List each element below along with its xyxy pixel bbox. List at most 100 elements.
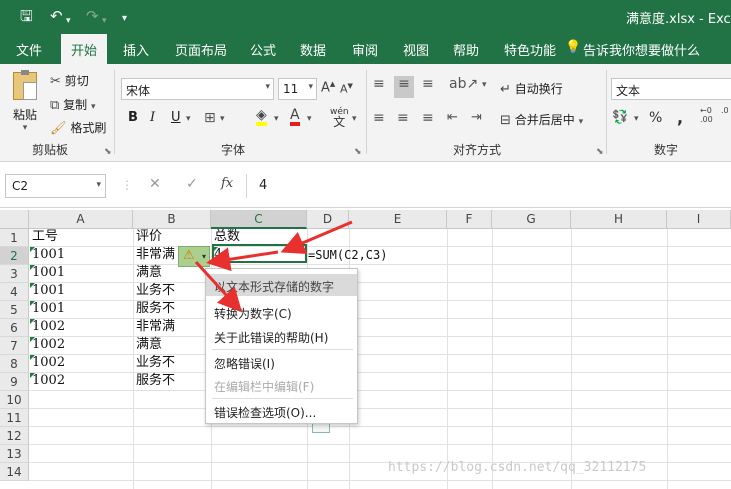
align-middle-icon[interactable]: ≡: [394, 76, 414, 98]
tab-file[interactable]: 文件: [16, 40, 42, 59]
cell-b8[interactable]: 业务不: [136, 354, 175, 372]
column-header-g[interactable]: G: [492, 210, 571, 229]
row-header[interactable]: 8: [0, 355, 29, 373]
underline-dropdown-icon[interactable]: ▾: [186, 114, 191, 124]
column-header-d[interactable]: D: [307, 210, 349, 229]
row-header[interactable]: 7: [0, 337, 29, 355]
fill-color-dropdown-icon[interactable]: ▾: [274, 114, 279, 124]
tab-view[interactable]: 视图: [403, 40, 429, 59]
column-header-e[interactable]: E: [349, 210, 447, 229]
increase-font-icon[interactable]: A▲: [321, 80, 335, 95]
customize-icon[interactable]: ▾: [122, 10, 127, 28]
formula-input[interactable]: 4: [246, 174, 731, 198]
orientation-icon[interactable]: ab↗: [449, 76, 478, 92]
row-header[interactable]: 13: [0, 445, 29, 463]
cell-a9[interactable]: 1002: [32, 372, 65, 390]
clipboard-launcher-icon[interactable]: ⬊: [104, 147, 112, 157]
undo-dropdown-icon[interactable]: ▾: [66, 12, 71, 30]
decrease-indent-icon[interactable]: ⇤: [447, 110, 458, 125]
font-color-dropdown-icon[interactable]: ▾: [307, 114, 312, 124]
paste-button[interactable]: 粘贴 ▾: [10, 70, 40, 133]
cell-a3[interactable]: 1001: [32, 264, 65, 282]
format-painter-button[interactable]: 🖌 格式刷: [50, 119, 106, 136]
cell-a4[interactable]: 1001: [32, 282, 65, 300]
cut-button[interactable]: ✂ 剪切: [50, 72, 89, 89]
column-header-c[interactable]: C: [211, 210, 307, 229]
tab-formulas[interactable]: 公式: [250, 40, 276, 59]
menu-item-error-checking-options[interactable]: 错误检查选项(O)...: [206, 400, 357, 422]
row-header[interactable]: 12: [0, 427, 29, 445]
increase-decimal-icon[interactable]: ←0.00: [700, 106, 713, 124]
cell-a2[interactable]: 1001: [32, 246, 65, 264]
font-color-icon[interactable]: A: [290, 108, 300, 126]
name-box[interactable]: C2 ▾: [5, 174, 106, 198]
worksheet-grid[interactable]: A B C D E F G H I 1 2 3 4 5 6 7 8 9 10 1…: [0, 208, 731, 489]
align-center-icon[interactable]: ≡: [397, 110, 409, 126]
percent-button[interactable]: %: [649, 110, 662, 126]
borders-icon[interactable]: ⊞: [204, 110, 216, 126]
cell-b1[interactable]: 评价: [136, 228, 162, 246]
cell-b2[interactable]: 非常满: [136, 246, 175, 264]
phonetic-button[interactable]: wén 文: [330, 107, 349, 129]
decrease-font-icon[interactable]: A▼: [340, 82, 353, 96]
row-header[interactable]: 2: [0, 247, 29, 265]
accounting-format-icon[interactable]: 💱: [612, 110, 628, 125]
font-size-select[interactable]: 11 ▾: [278, 78, 317, 100]
borders-dropdown-icon[interactable]: ▾: [220, 114, 225, 124]
merge-center-button[interactable]: ⊟ 合并后居中 ▾: [500, 111, 583, 128]
font-name-select[interactable]: 宋体 ▾: [121, 78, 274, 100]
save-icon[interactable]: 🖫: [20, 7, 33, 25]
row-header[interactable]: 10: [0, 391, 29, 409]
align-top-icon[interactable]: ≡: [373, 76, 385, 92]
align-left-icon[interactable]: ≡: [373, 110, 385, 126]
cell-b6[interactable]: 非常满: [136, 318, 175, 336]
column-header-i[interactable]: I: [667, 210, 731, 229]
row-header[interactable]: 1: [0, 229, 29, 247]
menu-item-help-on-error[interactable]: 关于此错误的帮助(H): [206, 325, 357, 347]
row-header[interactable]: 3: [0, 265, 29, 283]
paste-dropdown-icon[interactable]: ▾: [10, 123, 40, 133]
merge-dropdown-icon[interactable]: ▾: [579, 117, 584, 127]
select-all-corner[interactable]: [0, 210, 29, 229]
tab-data[interactable]: 数据: [300, 40, 326, 59]
orientation-dropdown-icon[interactable]: ▾: [482, 80, 487, 90]
cell-b4[interactable]: 业务不: [136, 282, 175, 300]
tab-help[interactable]: 帮助: [453, 40, 479, 59]
column-header-f[interactable]: F: [447, 210, 492, 229]
cell-d2[interactable]: =SUM(C2,C3): [308, 246, 387, 264]
increase-indent-icon[interactable]: ⇥: [471, 110, 482, 125]
row-header[interactable]: 14: [0, 463, 29, 481]
menu-item-convert-to-number[interactable]: 转换为数字(C): [206, 301, 357, 323]
row-header[interactable]: 5: [0, 301, 29, 319]
row-header[interactable]: 11: [0, 409, 29, 427]
row-header[interactable]: 9: [0, 373, 29, 391]
tab-insert[interactable]: 插入: [123, 40, 149, 59]
align-right-icon[interactable]: ≡: [422, 110, 434, 126]
fill-color-icon[interactable]: ◈: [256, 108, 267, 126]
comma-button[interactable]: ,: [677, 108, 683, 127]
row-header[interactable]: 4: [0, 283, 29, 301]
cell-b7[interactable]: 满意: [136, 336, 162, 354]
column-header-b[interactable]: B: [133, 210, 211, 229]
insert-function-button[interactable]: fx: [221, 176, 233, 191]
menu-item-ignore-error[interactable]: 忽略错误(I): [206, 351, 357, 373]
italic-button[interactable]: I: [150, 110, 155, 125]
error-check-button[interactable]: ⚠ ▾: [178, 246, 210, 267]
copy-button[interactable]: ⧉ 复制 ▾: [50, 96, 96, 113]
decrease-decimal-icon[interactable]: .0: [721, 106, 729, 115]
tab-home[interactable]: 开始: [61, 34, 108, 64]
cell-a5[interactable]: 1001: [32, 300, 65, 318]
column-header-a[interactable]: A: [29, 210, 133, 229]
tab-page-layout[interactable]: 页面布局: [175, 40, 227, 59]
tab-special-features[interactable]: 特色功能: [504, 40, 556, 59]
cell-b5[interactable]: 服务不: [136, 300, 175, 318]
number-format-select[interactable]: 文本: [611, 78, 731, 100]
tell-me-search[interactable]: 告诉我你想要做什么: [583, 40, 700, 59]
phonetic-dropdown-icon[interactable]: ▾: [352, 114, 357, 124]
cell-a7[interactable]: 1002: [32, 336, 65, 354]
underline-button[interactable]: U: [171, 110, 181, 125]
cell-b9[interactable]: 服务不: [136, 372, 175, 390]
font-launcher-icon[interactable]: ⬊: [354, 147, 362, 157]
alignment-launcher-icon[interactable]: ⬊: [596, 147, 604, 157]
copy-dropdown-icon[interactable]: ▾: [91, 102, 96, 112]
